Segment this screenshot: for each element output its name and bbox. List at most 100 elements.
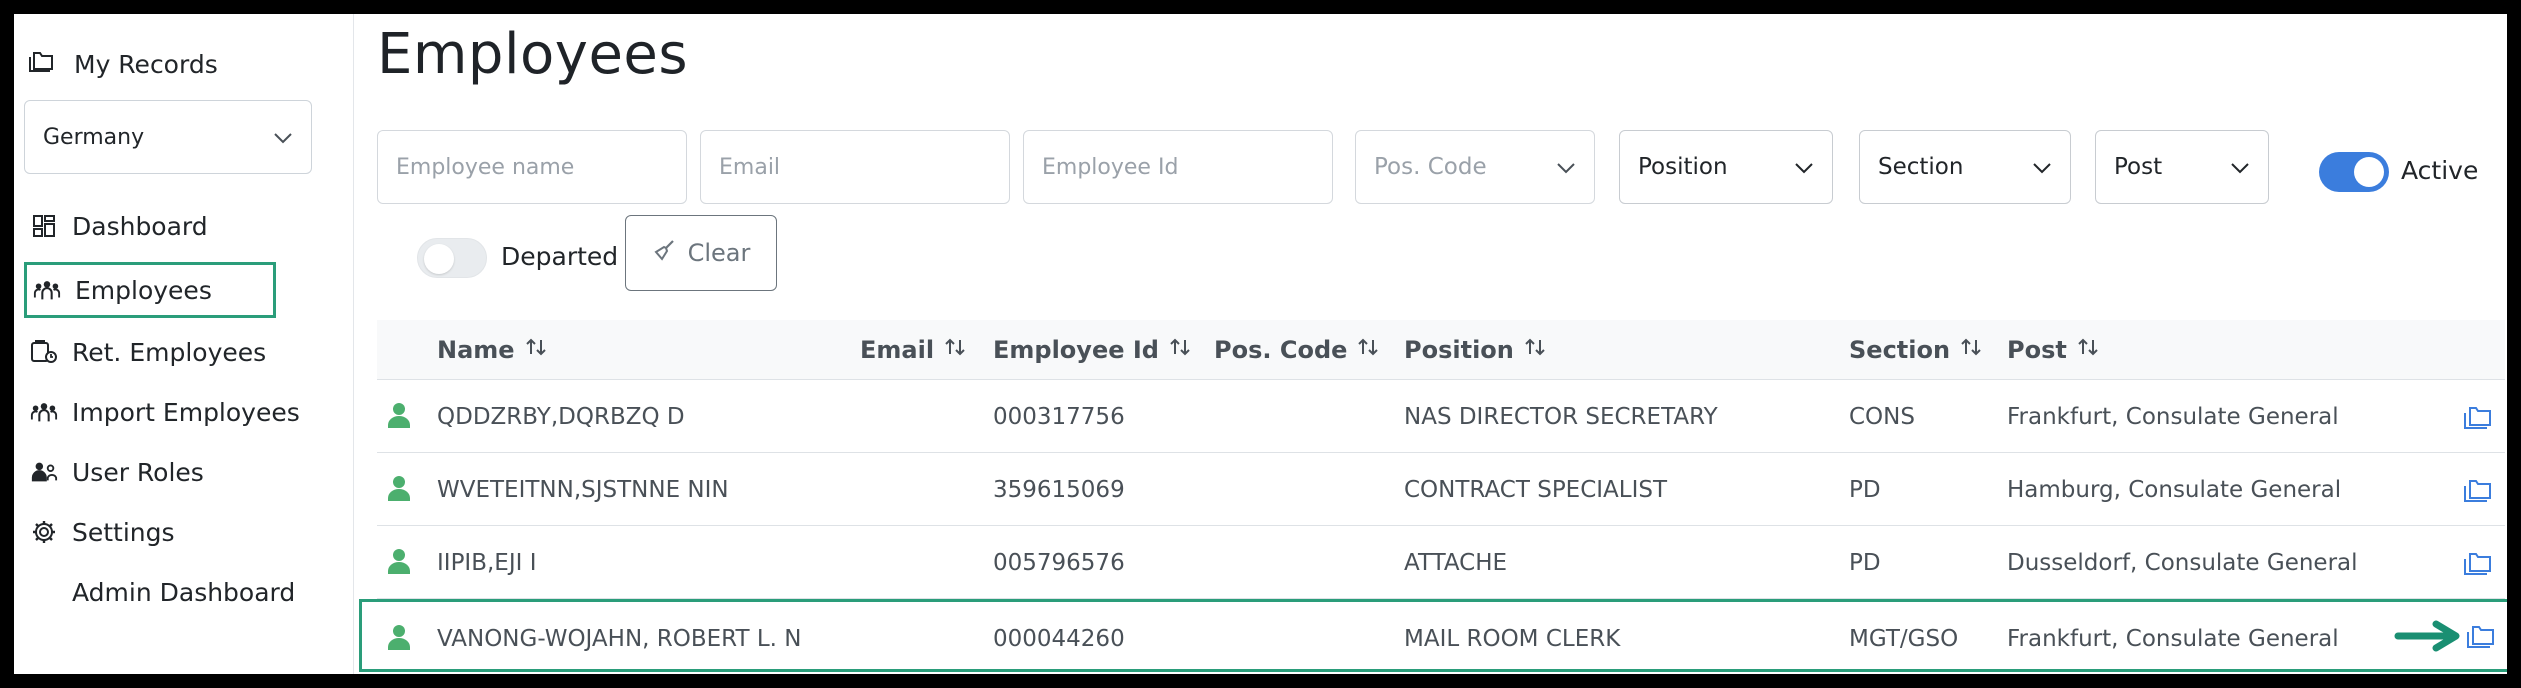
column-label: Pos. Code — [1214, 336, 1348, 364]
sort-icon — [525, 336, 547, 364]
column-header-position[interactable]: Position — [1404, 320, 1546, 380]
section-value: Section — [1878, 154, 1964, 180]
arrow-right-icon — [2394, 616, 2464, 660]
sidebar-item-label: Ret. Employees — [72, 337, 267, 367]
open-record-icon[interactable] — [2463, 404, 2493, 434]
table-row[interactable]: IIPIB,EJI I 005796576 ATTACHE PD Dusseld… — [377, 526, 2505, 599]
cell-section: PD — [1849, 476, 1881, 503]
column-header-post[interactable]: Post — [2007, 320, 2099, 380]
page-title: Employees — [377, 22, 689, 87]
app-window: My Records Germany Dashboard Employees R — [14, 14, 2507, 674]
toggle-knob — [2354, 157, 2384, 187]
cell-name: WVETEITNN,SJSTNNE NIN — [437, 476, 729, 503]
sidebar-item-settings[interactable]: Settings — [24, 504, 181, 560]
position-select[interactable]: Position — [1619, 130, 1833, 204]
cell-name: QDDZRBY,DQRBZQ D — [437, 403, 685, 430]
employee-id-input[interactable] — [1023, 130, 1333, 204]
person-icon — [387, 624, 411, 654]
country-value: Germany — [43, 124, 145, 150]
table-row-highlighted[interactable]: VANONG-WOJAHN, ROBERT L. N 000044260 MAI… — [359, 599, 2507, 672]
column-header-section[interactable]: Section — [1849, 320, 1982, 380]
sidebar-item-employees[interactable]: Employees — [24, 262, 276, 318]
active-label: Active — [2401, 156, 2479, 185]
sidebar-item-dashboard[interactable]: Dashboard — [24, 198, 214, 254]
sort-icon — [944, 336, 966, 364]
pos-code-value: Pos. Code — [1374, 154, 1487, 180]
sidebar-item-label: Employees — [75, 275, 212, 305]
my-records-label: My Records — [74, 49, 218, 79]
email-input[interactable] — [700, 130, 1010, 204]
cell-employee-id: 359615069 — [993, 476, 1125, 503]
cell-position: CONTRACT SPECIALIST — [1404, 476, 1668, 503]
cell-post: Frankfurt, Consulate General — [2007, 625, 2339, 652]
sort-icon — [1960, 336, 1982, 364]
my-records-link[interactable]: My Records — [28, 42, 218, 86]
cell-employee-id: 005796576 — [993, 549, 1125, 576]
open-record-icon[interactable] — [2463, 477, 2493, 507]
section-select[interactable]: Section — [1859, 130, 2071, 204]
chevron-down-icon — [1794, 154, 1814, 180]
sort-icon — [2077, 336, 2099, 364]
people-icon — [33, 276, 61, 304]
column-header-name[interactable]: Name — [437, 320, 547, 380]
column-label: Section — [1849, 336, 1951, 364]
employee-name-input[interactable] — [377, 130, 687, 204]
sort-icon — [1169, 336, 1191, 364]
cell-position: ATTACHE — [1404, 549, 1508, 576]
open-record-icon[interactable] — [2466, 623, 2496, 653]
folder-icon — [28, 49, 56, 79]
sidebar-item-ret-employees[interactable]: Ret. Employees — [24, 324, 272, 380]
column-header-employee-id[interactable]: Employee Id — [993, 320, 1191, 380]
cell-name: VANONG-WOJAHN, ROBERT L. N — [437, 625, 802, 652]
user-roles-icon — [30, 458, 58, 486]
column-label: Employee Id — [993, 336, 1159, 364]
chevron-down-icon — [2032, 154, 2052, 180]
gear-icon — [30, 518, 58, 546]
chevron-down-icon — [273, 125, 293, 150]
retired-employees-icon — [30, 338, 58, 366]
post-select[interactable]: Post — [2095, 130, 2269, 204]
sidebar-item-label: Settings — [72, 517, 175, 547]
open-record-icon[interactable] — [2463, 550, 2493, 580]
clear-label: Clear — [687, 239, 751, 267]
sidebar-item-admin-dashboard[interactable]: Admin Dashboard — [24, 564, 301, 620]
position-value: Position — [1638, 154, 1728, 180]
cell-post: Hamburg, Consulate General — [2007, 476, 2342, 503]
cell-name: IIPIB,EJI I — [437, 549, 537, 576]
table-row[interactable]: QDDZRBY,DQRBZQ D 000317756 NAS DIRECTOR … — [377, 380, 2505, 453]
country-select[interactable]: Germany — [24, 100, 312, 174]
table-header: Name Email Employee Id Pos. Code Positio… — [377, 320, 2505, 380]
cell-section: CONS — [1849, 403, 1915, 430]
person-icon — [387, 475, 411, 505]
pos-code-select[interactable]: Pos. Code — [1355, 130, 1595, 204]
column-header-email[interactable]: Email — [860, 320, 966, 380]
table-row[interactable]: WVETEITNN,SJSTNNE NIN 359615069 CONTRACT… — [377, 453, 2505, 526]
cell-post: Frankfurt, Consulate General — [2007, 403, 2339, 430]
chevron-down-icon — [1556, 154, 1576, 180]
column-label: Email — [860, 336, 935, 364]
sort-icon — [1524, 336, 1546, 364]
sidebar-item-user-roles[interactable]: User Roles — [24, 444, 210, 500]
clear-button[interactable]: Clear — [625, 215, 777, 291]
departed-toggle[interactable] — [417, 238, 487, 278]
employees-table: Name Email Employee Id Pos. Code Positio… — [359, 320, 2507, 672]
sidebar-item-label: Admin Dashboard — [72, 577, 296, 607]
chevron-down-icon — [2230, 154, 2250, 180]
cell-section: MGT/GSO — [1849, 625, 1959, 652]
cell-section: PD — [1849, 549, 1881, 576]
cell-employee-id: 000317756 — [993, 403, 1125, 430]
sort-icon — [1357, 336, 1379, 364]
active-toggle[interactable] — [2319, 152, 2389, 192]
column-header-pos-code[interactable]: Pos. Code — [1214, 320, 1379, 380]
person-icon — [387, 548, 411, 578]
person-icon — [387, 402, 411, 432]
main-content: Employees Pos. Code Position Section Pos… — [355, 14, 2507, 674]
toggle-knob — [424, 244, 454, 274]
cell-post: Dusseldorf, Consulate General — [2007, 549, 2358, 576]
column-label: Position — [1404, 336, 1514, 364]
sidebar-item-import-employees[interactable]: Import Employees — [24, 384, 306, 440]
sidebar-item-label: User Roles — [72, 457, 204, 487]
import-people-icon — [30, 398, 58, 426]
sidebar: My Records Germany Dashboard Employees R — [14, 14, 354, 674]
departed-label: Departed — [501, 242, 619, 271]
